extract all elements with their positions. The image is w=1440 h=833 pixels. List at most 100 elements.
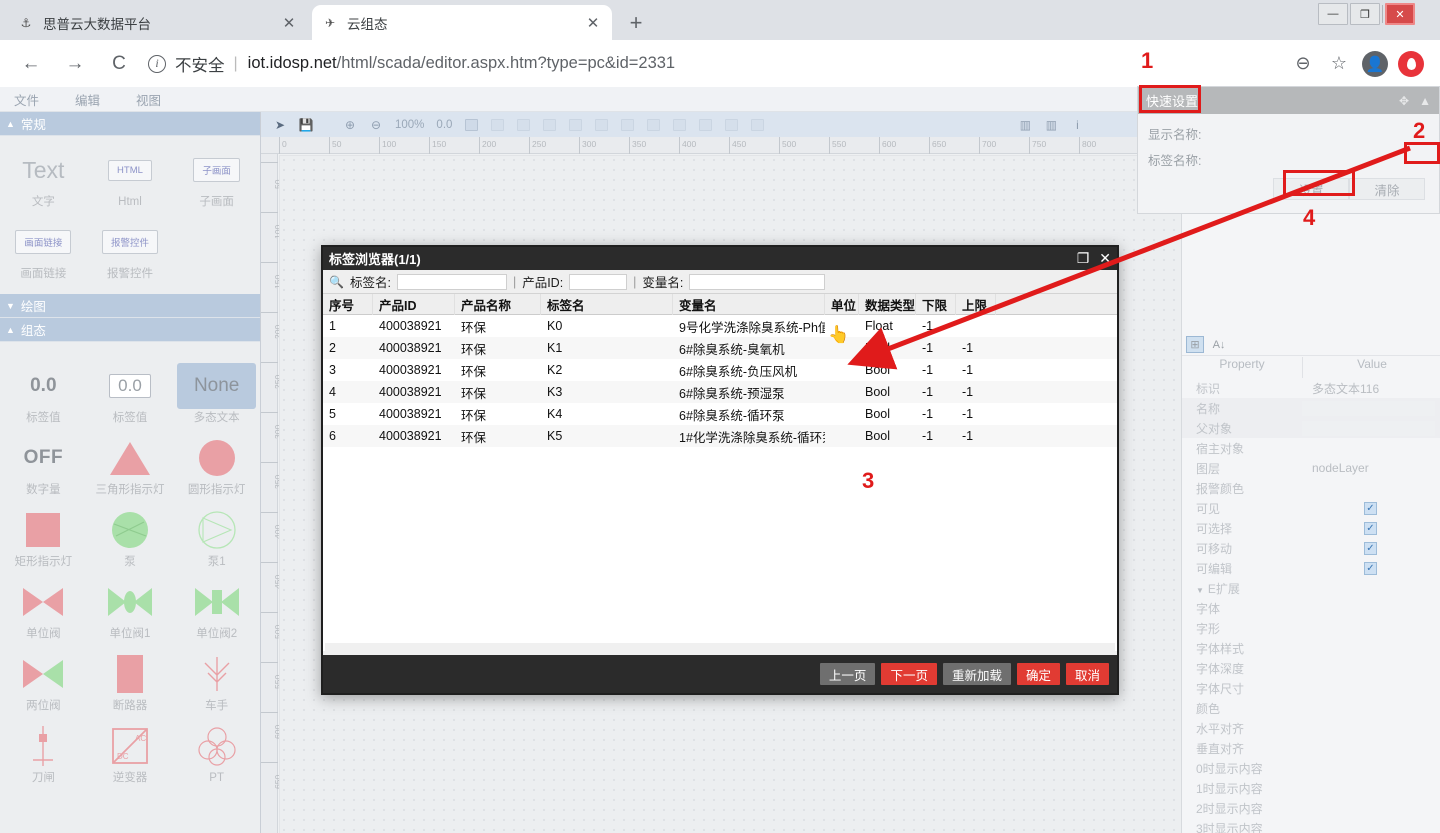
sidebar-item-antenna[interactable]: 车手 [173, 648, 260, 720]
align-right-icon[interactable] [538, 115, 560, 134]
sidebar-item-valve[interactable]: 单位阀 [0, 576, 87, 648]
chevron-down-icon[interactable]: ▼ [1196, 586, 1204, 595]
minimize-button[interactable]: — [1318, 3, 1348, 25]
property-row[interactable]: 可选择✓ [1182, 518, 1440, 538]
align-center-icon[interactable] [512, 115, 534, 134]
property-row[interactable]: ▼E扩展 [1182, 578, 1440, 598]
property-checkbox[interactable]: ✓ [1364, 502, 1377, 515]
bookmark-star-icon[interactable]: ☆ [1324, 49, 1354, 79]
property-row[interactable]: 名称 [1182, 398, 1440, 418]
save-icon[interactable]: 💾 [295, 115, 317, 134]
sidebar-item-text[interactable]: Text 文字 [0, 144, 87, 216]
sidebar-item-subscreen[interactable]: 子画面 子画面 [173, 144, 260, 216]
property-checkbox[interactable]: ✓ [1364, 542, 1377, 555]
property-row[interactable]: 颜色 [1182, 698, 1440, 718]
column-header-unit[interactable]: 单位 [825, 294, 859, 315]
filter-tagname-input[interactable] [397, 274, 507, 290]
property-row[interactable]: 2时显示内容 [1182, 798, 1440, 818]
sidebar-group-scada[interactable]: ▲ 组态 [0, 318, 260, 342]
property-row[interactable]: 字体 [1182, 598, 1440, 618]
column-header-varname[interactable]: 变量名 [673, 294, 825, 315]
align-bottom-icon[interactable] [616, 115, 638, 134]
property-value[interactable]: ✓ [1302, 562, 1440, 575]
distribute-h-icon[interactable] [642, 115, 664, 134]
table-row[interactable]: 6400038921环保K51#化学洗涤除臭系统-循环泵Bool-1-1 [323, 425, 1117, 447]
sidebar-item-tagvalue-input[interactable]: 0.0 标签值 [87, 360, 174, 432]
browser-tab-2[interactable]: ✈ 云组态 ✕ [312, 5, 612, 40]
cancel-button[interactable]: 取消 [1066, 663, 1109, 685]
tag-table-scroll-region[interactable] [325, 643, 1115, 655]
property-row[interactable]: 父对象 [1182, 418, 1440, 438]
property-row[interactable]: 报警颜色 [1182, 478, 1440, 498]
sidebar-item-switch[interactable]: 刀闸 [0, 720, 87, 792]
menu-item-edit[interactable]: 编辑 [75, 90, 100, 109]
property-row[interactable]: 宿主对象 [1182, 438, 1440, 458]
property-row[interactable]: 标识多态文本116 [1182, 378, 1440, 398]
table-row[interactable]: 2400038921环保K16#除臭系统-臭氧机Bool-1-1 [323, 337, 1117, 359]
move-icon[interactable]: ✥ [1399, 94, 1409, 108]
column-header-highlimit[interactable]: 上限 [956, 294, 996, 315]
quick-settings-clear-button[interactable]: 清除 [1349, 178, 1425, 200]
pointer-icon[interactable]: ➤ [269, 115, 291, 134]
menu-item-view[interactable]: 视图 [136, 90, 161, 109]
collapse-icon[interactable]: ▲ [1419, 94, 1431, 108]
sidebar-item-polymorphic-text[interactable]: None 多态文本 [173, 360, 260, 432]
sidebar-item-tagvalue[interactable]: 0.0 标签值 [0, 360, 87, 432]
info-icon[interactable]: i [1066, 115, 1088, 134]
property-row[interactable]: 可移动✓ [1182, 538, 1440, 558]
column-header-index[interactable]: 序号 [323, 294, 373, 315]
property-input[interactable] [1302, 401, 1435, 416]
column-header-tagname[interactable]: 标签名 [541, 294, 673, 315]
forward-button[interactable]: → [58, 47, 92, 81]
account-icon[interactable]: 👤 [1360, 49, 1390, 79]
property-value[interactable]: ✓ [1302, 522, 1440, 535]
category-sort-icon[interactable]: ⊞ [1186, 336, 1204, 353]
table-row[interactable]: 1400038921环保K09号化学洗涤除臭系统-Ph值Float-1 [323, 315, 1117, 337]
property-row[interactable]: 3时显示内容 [1182, 818, 1440, 833]
sidebar-group-draw[interactable]: ▼ 绘图 [0, 294, 260, 318]
sidebar-item-screenlink[interactable]: 画面链接 画面链接 [0, 216, 87, 288]
property-row[interactable]: 字体深度 [1182, 658, 1440, 678]
table-row[interactable]: 5400038921环保K46#除臭系统-循环泵Bool-1-1 [323, 403, 1117, 425]
sidebar-item-rect-lamp[interactable]: 矩形指示灯 [0, 504, 87, 576]
column-header-productid[interactable]: 产品ID [373, 294, 455, 315]
close-button[interactable]: ✕ [1385, 3, 1415, 25]
confirm-button[interactable]: 确定 [1017, 663, 1060, 685]
sidebar-item-html[interactable]: HTML Html [87, 144, 174, 216]
filter-varname-input[interactable] [689, 274, 825, 290]
property-row[interactable]: 垂直对齐 [1182, 738, 1440, 758]
sidebar-item-alarmwidget[interactable]: 报警控件 报警控件 [87, 216, 174, 288]
sidebar-item-digital[interactable]: OFF 数字量 [0, 432, 87, 504]
zoom-in-icon[interactable]: ⊕ [339, 115, 361, 134]
reload-button[interactable]: C [102, 47, 136, 81]
zoom-out-icon[interactable]: ⊖ [1288, 49, 1318, 79]
restore-button[interactable]: ❐ [1350, 3, 1380, 25]
sidebar-item-pump[interactable]: 泵 [87, 504, 174, 576]
sidebar-item-breaker[interactable]: 断路器 [87, 648, 174, 720]
align-top-icon[interactable] [564, 115, 586, 134]
property-row[interactable]: 图层nodeLayer [1182, 458, 1440, 478]
address-bar[interactable]: i 不安全 | iot.idosp.net /html/scada/editor… [148, 49, 1282, 79]
back-button[interactable]: ← [14, 47, 48, 81]
property-checkbox[interactable]: ✓ [1364, 562, 1377, 575]
reload-button[interactable]: 重新加载 [943, 663, 1011, 685]
tag-name-input[interactable] [1218, 150, 1429, 168]
filter-productid-input[interactable] [569, 274, 627, 290]
sidebar-item-pt[interactable]: PT [173, 720, 260, 792]
distribute-v-icon[interactable] [668, 115, 690, 134]
zoom-out-icon[interactable]: ⊖ [365, 115, 387, 134]
new-tab-button[interactable]: + [620, 9, 652, 37]
sidebar-item-valve3[interactable]: 两位阀 [0, 648, 87, 720]
property-row[interactable]: 字体样式 [1182, 638, 1440, 658]
layer-back-icon[interactable]: ▥ [1040, 115, 1062, 134]
property-row[interactable]: 可见✓ [1182, 498, 1440, 518]
layer-front-icon[interactable]: ▥ [1014, 115, 1036, 134]
column-header-productname[interactable]: 产品名称 [455, 294, 541, 315]
grid-toggle-icon[interactable] [460, 115, 482, 134]
sidebar-item-valve1[interactable]: 单位阀1 [87, 576, 174, 648]
property-value[interactable]: ✓ [1302, 542, 1440, 555]
sidebar-item-inverter[interactable]: ACDC 逆变器 [87, 720, 174, 792]
property-row[interactable]: 字形 [1182, 618, 1440, 638]
same-width-icon[interactable] [694, 115, 716, 134]
property-row[interactable]: 1时显示内容 [1182, 778, 1440, 798]
